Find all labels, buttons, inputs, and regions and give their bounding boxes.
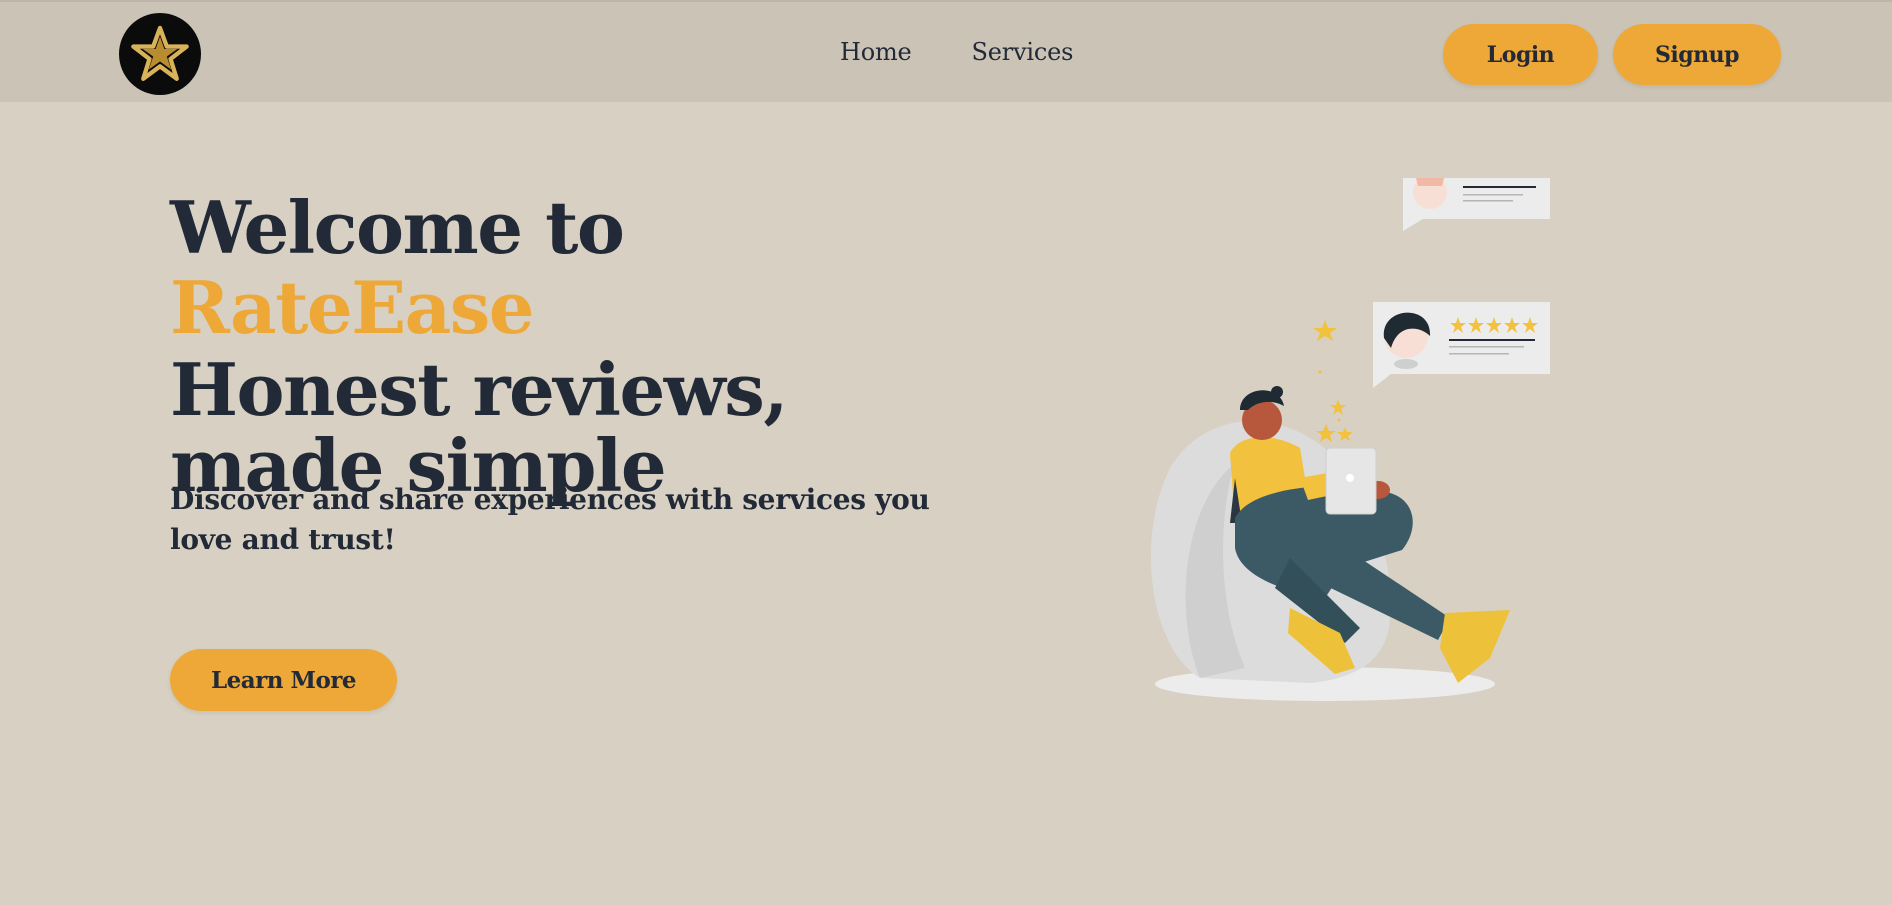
person-shoe-right bbox=[1440, 610, 1510, 683]
brand-name: RateEase bbox=[170, 265, 535, 350]
star-logo-icon[interactable] bbox=[119, 13, 201, 95]
hero-subtitle: Discover and share experiences with serv… bbox=[170, 483, 930, 556]
hero-illustration bbox=[1150, 178, 1550, 701]
review-card-top bbox=[1403, 178, 1550, 231]
floating-stars bbox=[1313, 320, 1353, 442]
signup-button[interactable]: Signup bbox=[1613, 24, 1781, 85]
learn-more-button[interactable]: Learn More bbox=[170, 649, 397, 711]
hero-title: Welcome to RateEase Honest reviews, made… bbox=[170, 188, 970, 504]
nav-link-services[interactable]: Services bbox=[972, 38, 1074, 66]
hero-title-prefix: Welcome to bbox=[170, 185, 625, 270]
login-button[interactable]: Login bbox=[1443, 24, 1598, 85]
nav-links: Home Services bbox=[840, 38, 1073, 66]
navbar: Home Services Login Signup bbox=[0, 0, 1892, 102]
nav-link-home[interactable]: Home bbox=[840, 38, 912, 66]
review-card-middle bbox=[1373, 302, 1550, 388]
